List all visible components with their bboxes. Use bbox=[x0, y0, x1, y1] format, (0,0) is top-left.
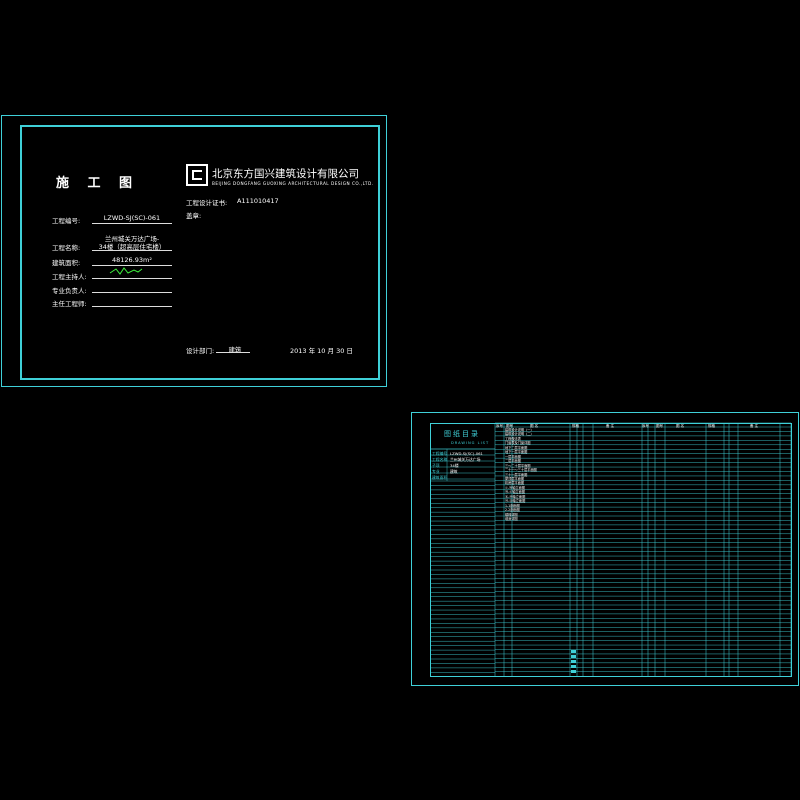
col-header-remark-1: 备 注 bbox=[606, 424, 615, 428]
size-marker bbox=[571, 660, 576, 663]
col-header-remark-2: 备 注 bbox=[750, 424, 759, 428]
size-marker bbox=[571, 670, 576, 673]
size-marker bbox=[571, 665, 576, 668]
drawing-list-title: 图纸目录 bbox=[444, 430, 480, 438]
drawing-list-grid bbox=[430, 422, 792, 676]
info-value-discipline: 建筑 bbox=[450, 469, 458, 474]
size-marker bbox=[571, 650, 576, 653]
col-header-name-2: 图 名 bbox=[676, 424, 685, 428]
info-label-area: 建筑面积 bbox=[432, 475, 448, 480]
col-header-size-2: 规格 bbox=[708, 424, 715, 428]
col-header-seq-1: 序号 bbox=[496, 424, 503, 428]
col-header-no-2: 图号 bbox=[656, 424, 663, 428]
col-header-seq-2: 序号 bbox=[642, 424, 649, 428]
col-header-size-1: 规格 bbox=[572, 424, 579, 428]
size-marker bbox=[571, 655, 576, 658]
drawing-list-row: 墙身详图 bbox=[505, 517, 518, 521]
drawing-list-subtitle: DRAWING LIST bbox=[451, 441, 490, 445]
info-value-project-no: LZWD-SJ(SC)-061 bbox=[450, 451, 483, 456]
